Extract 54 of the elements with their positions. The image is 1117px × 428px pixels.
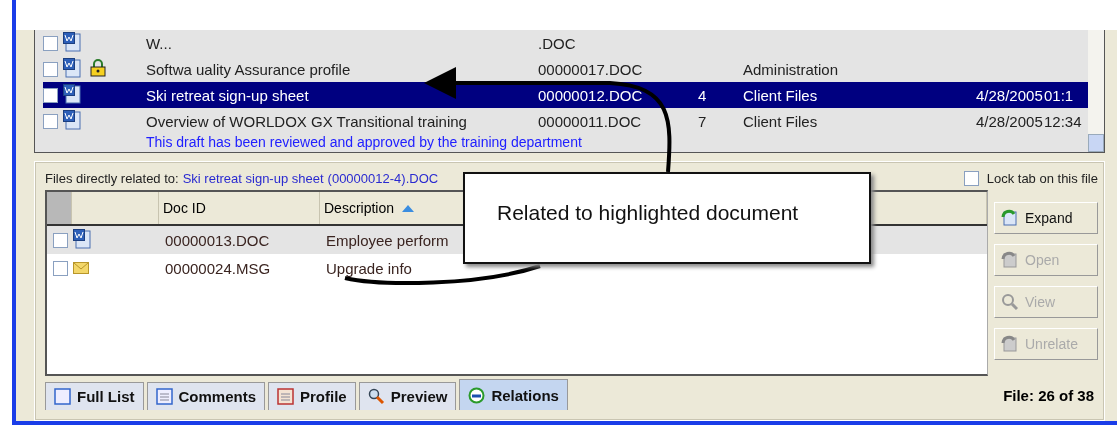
scrollbar[interactable] xyxy=(1088,30,1104,152)
magnifier-icon xyxy=(1001,293,1019,311)
checkbox[interactable] xyxy=(43,113,58,129)
file-count-status: File: 26 of 38 xyxy=(1003,387,1094,404)
checkbox[interactable] xyxy=(53,260,68,276)
time-text: 01:1 xyxy=(1044,86,1074,104)
related-file-reference: (00000012-4).DOC xyxy=(327,170,439,186)
category-text: Administration xyxy=(743,60,839,78)
lock-label: Lock tab on this file xyxy=(986,170,1098,186)
lock-checkbox[interactable] xyxy=(963,170,979,186)
description-text: W... xyxy=(146,34,172,52)
doc-id-text: 00000024.MSG xyxy=(165,259,271,277)
file-row[interactable]: Softwa uality Assurance profile 00000017.DOC Administration xyxy=(43,56,1088,82)
time-text: 12:34 xyxy=(1044,112,1082,130)
checkbox[interactable] xyxy=(43,87,58,103)
related-file-link[interactable]: Ski retreat sign-up sheet xyxy=(182,170,324,186)
description-text: Overview of WORLDOX GX Transitional training xyxy=(146,112,467,130)
category-text: Client Files xyxy=(743,112,818,130)
tab[interactable]: Comments xyxy=(146,382,265,410)
doc-id-text: .DOC xyxy=(538,34,576,52)
related-label: Files directly related to: xyxy=(45,170,179,186)
version-text: 7 xyxy=(698,112,707,130)
file-row[interactable]: W... .DOC xyxy=(43,30,1088,56)
tab[interactable]: Relations xyxy=(459,379,568,410)
header-corner xyxy=(47,192,72,224)
list-icon xyxy=(155,388,173,405)
description-text: Ski retreat sign-up sheet xyxy=(146,86,309,104)
checkbox[interactable] xyxy=(43,35,58,51)
checkbox[interactable] xyxy=(43,61,58,77)
tab[interactable]: Preview xyxy=(358,382,457,410)
doc-id-text: 00000012.DOC xyxy=(538,86,643,104)
tab[interactable]: Full List xyxy=(45,382,144,410)
file-row[interactable]: Overview of WORLDOX GX Transitional training 00000011.DOC 7 Client Files 4/28/200512:34 xyxy=(43,108,1088,134)
action-button[interactable]: Expand xyxy=(994,202,1098,234)
magnifier-icon xyxy=(367,388,385,405)
file-row[interactable]: Ski retreat sign-up sheet 00000012.DOC 4 Client Files 4/28/200501:1 xyxy=(43,82,1088,108)
form-icon xyxy=(277,388,294,405)
date-text: 4/28/2005 xyxy=(976,112,1043,130)
doc-id-text: 00000011.DOC xyxy=(538,112,642,130)
checkbox[interactable] xyxy=(53,232,68,248)
date-text: 4/28/2005 xyxy=(976,86,1043,104)
tab[interactable]: Profile xyxy=(268,382,356,410)
version-text: 4 xyxy=(698,86,707,104)
description-text: Employee perform xyxy=(326,231,449,249)
callout-tooltip: Related to highlighted document xyxy=(463,172,871,264)
column-header[interactable]: Doc ID xyxy=(159,192,320,224)
description-text: Upgrade info xyxy=(326,259,412,277)
comment-text: This draft has been reviewed and approved by the training department xyxy=(145,134,583,150)
doc-id-text: 00000013.DOC xyxy=(165,231,270,249)
description-text: Softwa uality Assurance profile xyxy=(146,60,351,78)
window-icon xyxy=(54,388,71,405)
scroll-down-button[interactable] xyxy=(1088,134,1104,152)
doc-id-text: 00000017.DOC xyxy=(538,60,643,78)
category-text: Client Files xyxy=(743,86,818,104)
